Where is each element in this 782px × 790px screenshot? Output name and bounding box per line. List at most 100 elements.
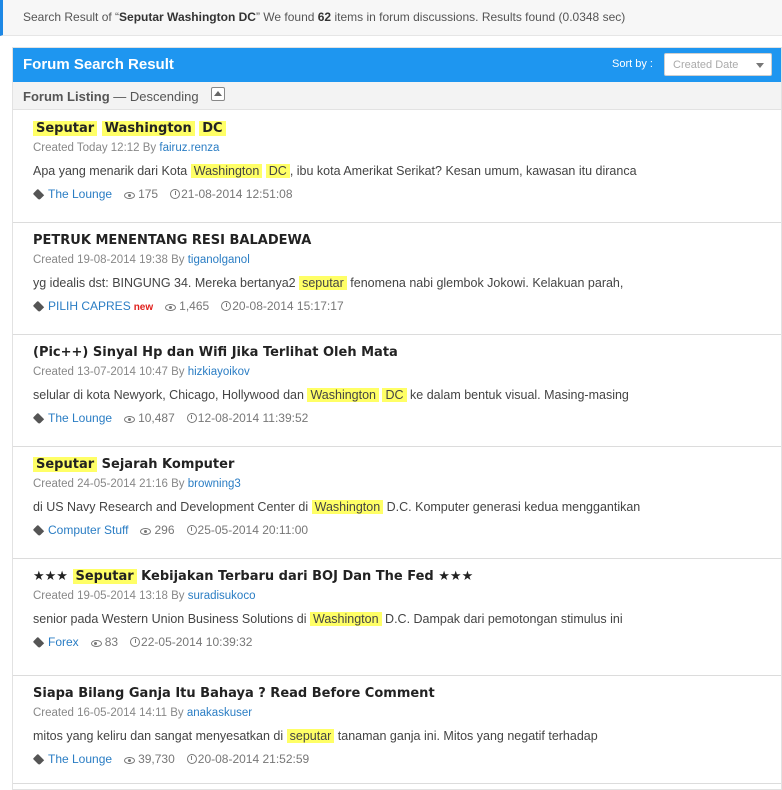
snippet-text: mitos yang keliru dan sangat menyesatkan… bbox=[33, 729, 287, 743]
created-date: Created 19-08-2014 19:38 By bbox=[33, 254, 188, 266]
view-count: 175 bbox=[138, 187, 159, 201]
title-highlight: Washington bbox=[101, 121, 195, 136]
result-snippet: Apa yang menarik dari Kota Washington DC… bbox=[33, 159, 782, 181]
title-highlight: Seputar bbox=[33, 457, 98, 472]
results-list: Seputar Washington DC Created Today 12:12… bbox=[13, 111, 782, 784]
panel-title: Forum Search Result bbox=[23, 56, 174, 73]
snippet-text: ke dalam bentuk visual. Masing-masing bbox=[406, 388, 629, 402]
snippet-highlight: Washington bbox=[310, 612, 382, 626]
result-title[interactable]: Seputar Washington DC bbox=[33, 121, 782, 141]
title-text: (Pic++) Sinyal Hp dan Wifi Jika Terlihat… bbox=[33, 345, 398, 360]
sort-order-toggle-icon[interactable] bbox=[211, 87, 225, 101]
author-link[interactable]: fairuz.renza bbox=[159, 142, 219, 154]
result-item: ★★★ Seputar Kebijakan Terbaru dari BOJ D… bbox=[13, 559, 782, 676]
tag-icon bbox=[32, 300, 45, 313]
created-date: Created Today 12:12 By bbox=[33, 142, 160, 154]
last-post-date: 21-08-2014 12:51:08 bbox=[181, 187, 293, 201]
eye-icon bbox=[124, 192, 136, 199]
eye-icon bbox=[124, 416, 136, 423]
created-date: Created 24-05-2014 21:16 By bbox=[33, 478, 188, 490]
summary-count: 62 bbox=[317, 10, 332, 24]
result-meta: Created 19-05-2014 13:18 By suradisukoco bbox=[33, 589, 782, 607]
sort-select-value: Created Date bbox=[673, 59, 739, 71]
created-date: Created 13-07-2014 10:47 By bbox=[33, 366, 188, 378]
forum-link[interactable]: The Lounge bbox=[48, 411, 112, 425]
forum-link[interactable]: PILIH CAPRES bbox=[48, 299, 131, 313]
summary-query: Seputar Washington DC bbox=[119, 10, 256, 24]
author-link[interactable]: browning3 bbox=[188, 478, 241, 490]
tag-icon bbox=[32, 412, 45, 425]
snippet-highlight: DC bbox=[382, 388, 407, 402]
snippet-text: Apa yang menarik dari Kota bbox=[33, 164, 191, 178]
created-date: Created 19-05-2014 13:18 By bbox=[33, 590, 188, 602]
clock-icon bbox=[170, 189, 181, 199]
result-meta: Created 16-05-2014 14:11 By anakaskuser bbox=[33, 706, 782, 724]
clock-icon bbox=[221, 301, 232, 311]
new-badge: new bbox=[133, 302, 154, 313]
snippet-text: tanaman ganja ini. Mitos yang negatif te… bbox=[334, 729, 598, 743]
forum-link[interactable]: Computer Stuff bbox=[48, 523, 128, 537]
sort-label: Sort by : bbox=[612, 58, 653, 70]
result-footer: The Lounge 10,487 12-08-2014 11:39:52 bbox=[32, 405, 782, 427]
result-footer: Computer Stuff 296 25-05-2014 20:11:00 bbox=[32, 517, 782, 539]
eye-icon bbox=[124, 757, 136, 764]
snippet-highlight: seputar bbox=[286, 729, 335, 743]
result-footer: Forex 83 22-05-2014 10:39:32 bbox=[32, 629, 782, 651]
clock-icon bbox=[186, 525, 197, 535]
view-count: 10,487 bbox=[138, 411, 175, 425]
author-link[interactable]: anakaskuser bbox=[187, 707, 252, 719]
author-link[interactable]: suradisukoco bbox=[188, 590, 256, 602]
result-title[interactable]: (Pic++) Sinyal Hp dan Wifi Jika Terlihat… bbox=[33, 345, 782, 365]
view-count: 83 bbox=[104, 635, 119, 649]
title-highlight: Seputar bbox=[72, 569, 137, 584]
tag-icon bbox=[32, 753, 45, 766]
result-title[interactable]: Seputar Sejarah Komputer bbox=[33, 457, 782, 477]
snippet-highlight: Washington bbox=[190, 164, 263, 178]
title-text bbox=[97, 121, 102, 136]
listing-order: Descending bbox=[129, 89, 199, 104]
clock-icon bbox=[186, 413, 197, 423]
forum-search-panel: Forum Search Result Sort by : Created Da… bbox=[12, 47, 782, 790]
tag-icon bbox=[32, 636, 45, 649]
last-post-date: 25-05-2014 20:11:00 bbox=[197, 523, 309, 537]
result-meta: Created 19-08-2014 19:38 By tiganolganol bbox=[33, 253, 782, 271]
forum-link[interactable]: Forex bbox=[48, 635, 79, 649]
clock-icon bbox=[186, 754, 197, 764]
view-count: 296 bbox=[154, 523, 175, 537]
snippet-text: di US Navy Research and Development Cent… bbox=[33, 500, 312, 514]
author-link[interactable]: tiganolganol bbox=[188, 254, 250, 266]
snippet-text: fenomena nabi glembok Jokowi. Kelakuan p… bbox=[346, 276, 624, 290]
listing-label: Forum Listing bbox=[23, 89, 110, 104]
result-meta: Created 24-05-2014 21:16 By browning3 bbox=[33, 477, 782, 495]
snippet-highlight: DC bbox=[265, 164, 290, 178]
sort-select[interactable]: Created Date bbox=[664, 53, 772, 76]
summary-middle: ” We found bbox=[255, 10, 318, 24]
result-title[interactable]: ★★★ Seputar Kebijakan Terbaru dari BOJ D… bbox=[33, 569, 782, 589]
summary-suffix: items in forum discussions. Results foun… bbox=[331, 10, 626, 24]
result-footer: The Lounge 39,730 20-08-2014 21:52:59 bbox=[32, 746, 782, 768]
result-snippet: mitos yang keliru dan sangat menyesatkan… bbox=[33, 724, 782, 746]
snippet-text: selular di kota Newyork, Chicago, Hollyw… bbox=[33, 388, 308, 402]
snippet-text: senior pada Western Union Business Solut… bbox=[33, 612, 311, 626]
snippet-text: , ibu kota Amerikat Serikat? Kesan umum,… bbox=[289, 164, 637, 178]
listing-dash: — bbox=[109, 89, 130, 104]
result-item: Siapa Bilang Ganja Itu Bahaya ? Read Bef… bbox=[13, 676, 782, 784]
author-link[interactable]: hizkiayoikov bbox=[188, 366, 250, 378]
result-snippet: di US Navy Research and Development Cent… bbox=[33, 495, 782, 517]
forum-link[interactable]: The Lounge bbox=[48, 752, 112, 766]
tag-icon bbox=[32, 524, 45, 537]
snippet-highlight: seputar bbox=[299, 276, 347, 290]
result-title[interactable]: PETRUK MENENTANG RESI BALADEWA bbox=[33, 233, 782, 253]
result-item: Seputar Washington DC Created Today 12:12… bbox=[13, 111, 782, 223]
eye-icon bbox=[90, 640, 102, 647]
forum-link[interactable]: The Lounge bbox=[48, 187, 112, 201]
snippet-text: yg idealis dst: BINGUNG 34. Mereka berta… bbox=[33, 276, 300, 290]
result-title[interactable]: Siapa Bilang Ganja Itu Bahaya ? Read Bef… bbox=[33, 686, 782, 706]
result-footer: The Lounge 175 21-08-2014 12:51:08 bbox=[32, 181, 782, 203]
view-count: 1,465 bbox=[179, 299, 210, 313]
title-highlight: DC bbox=[199, 121, 226, 136]
result-meta: Created 13-07-2014 10:47 By hizkiayoikov bbox=[33, 365, 782, 383]
snippet-highlight: Washington bbox=[307, 388, 379, 402]
result-item: Seputar Sejarah Komputer Created 24-05-20… bbox=[13, 447, 782, 559]
panel-header: Forum Search Result Sort by : Created Da… bbox=[13, 48, 782, 82]
